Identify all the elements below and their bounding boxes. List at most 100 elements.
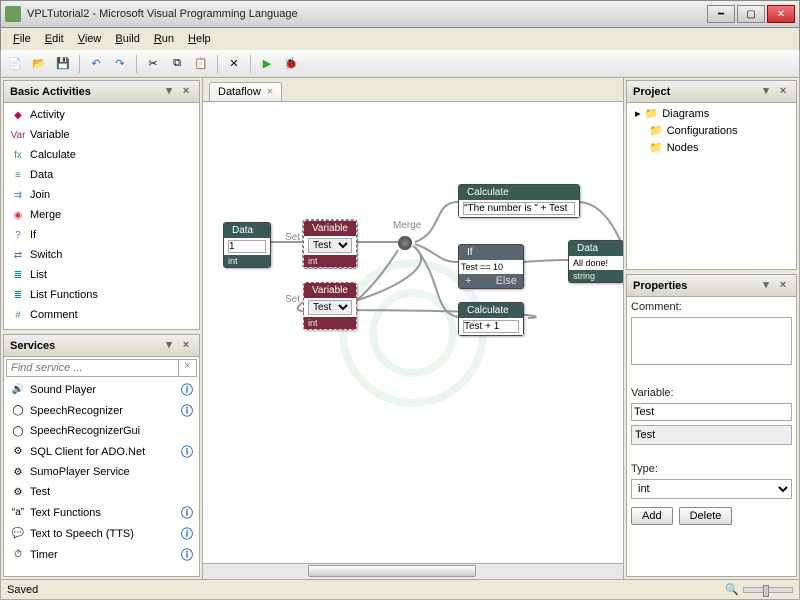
- menu-run[interactable]: Run: [148, 31, 180, 47]
- delete-icon[interactable]: ✕: [224, 54, 244, 74]
- type-select[interactable]: int: [631, 479, 792, 499]
- activity-label: Comment: [30, 309, 78, 321]
- activity-label: Merge: [30, 209, 61, 221]
- save-icon[interactable]: 💾: [53, 54, 73, 74]
- node-variable-2[interactable]: Variable Test int: [303, 282, 357, 330]
- info-icon[interactable]: ⓘ: [181, 504, 193, 521]
- service-item[interactable]: ◯SpeechRecognizerGui: [6, 421, 197, 441]
- node-if[interactable]: If Test == 10 +Else: [458, 244, 524, 289]
- service-item[interactable]: ⚙SQL Client for ADO.Netⓘ: [6, 441, 197, 462]
- delete-button[interactable]: Delete: [679, 507, 733, 525]
- folder-icon: 📁: [649, 124, 663, 137]
- data-value[interactable]: All done!: [569, 256, 623, 270]
- panel-close-icon[interactable]: ×: [776, 279, 790, 293]
- activity-item[interactable]: ◆Activity: [6, 105, 197, 125]
- activity-item[interactable]: ≡Data: [6, 165, 197, 185]
- activity-item[interactable]: ≣List Functions: [6, 285, 197, 305]
- activity-item[interactable]: ≣List: [6, 265, 197, 285]
- comment-textarea[interactable]: [631, 317, 792, 365]
- maximize-button[interactable]: ▢: [737, 5, 765, 23]
- calc-expr-input[interactable]: [463, 202, 575, 215]
- variable-input[interactable]: [631, 403, 792, 421]
- new-icon[interactable]: 📄: [5, 54, 25, 74]
- info-icon[interactable]: ⓘ: [181, 546, 193, 563]
- panel-close-icon[interactable]: ×: [179, 85, 193, 99]
- search-input[interactable]: [6, 359, 179, 377]
- info-icon[interactable]: ⓘ: [181, 381, 193, 398]
- activity-item[interactable]: ?If: [6, 225, 197, 245]
- pin-icon[interactable]: ▾: [759, 279, 773, 293]
- menu-help[interactable]: Help: [182, 31, 217, 47]
- activity-icon: ⇄: [10, 247, 26, 263]
- activity-item[interactable]: ⇉Join: [6, 185, 197, 205]
- project-item[interactable]: 📁 Nodes: [629, 139, 794, 156]
- variable-select[interactable]: Test: [308, 300, 352, 315]
- pin-icon[interactable]: ▾: [162, 339, 176, 353]
- info-icon[interactable]: ⓘ: [181, 525, 193, 542]
- menu-edit[interactable]: Edit: [39, 31, 70, 47]
- zoom-slider[interactable]: [743, 587, 793, 593]
- activity-item[interactable]: fxCalculate: [6, 145, 197, 165]
- if-add-icon[interactable]: +: [465, 275, 471, 287]
- project-label: Nodes: [667, 142, 699, 154]
- undo-icon[interactable]: ↶: [86, 54, 106, 74]
- menu-build[interactable]: Build: [109, 31, 145, 47]
- activity-icon: ≣: [10, 287, 26, 303]
- activity-item[interactable]: ⇄Switch: [6, 245, 197, 265]
- close-button[interactable]: ✕: [767, 5, 795, 23]
- diagram-canvas[interactable]: Data int Set Variable Test int Set Varia…: [203, 102, 623, 563]
- variable-select[interactable]: Test: [308, 238, 352, 253]
- service-item[interactable]: ⚙Test: [6, 482, 197, 502]
- service-item[interactable]: 💬Text to Speech (TTS)ⓘ: [6, 523, 197, 544]
- toolbar: 📄 📂 💾 ↶ ↷ ✂ ⧉ 📋 ✕ ▶ 🐞: [0, 50, 800, 78]
- run-icon[interactable]: ▶: [257, 54, 277, 74]
- horizontal-scrollbar[interactable]: [203, 563, 623, 579]
- activity-item[interactable]: #Comment: [6, 305, 197, 325]
- copy-icon[interactable]: ⧉: [167, 54, 187, 74]
- panel-close-icon[interactable]: ×: [179, 339, 193, 353]
- info-icon[interactable]: ⓘ: [181, 402, 193, 419]
- activity-item[interactable]: VarVariable: [6, 125, 197, 145]
- node-calculate-1[interactable]: Calculate: [458, 184, 580, 218]
- clear-search-icon[interactable]: ×: [179, 359, 197, 377]
- info-icon[interactable]: ⓘ: [181, 443, 193, 460]
- merge-node[interactable]: [398, 236, 412, 250]
- node-data-1[interactable]: Data int: [223, 222, 271, 268]
- node-calculate-2[interactable]: Calculate: [458, 302, 524, 336]
- data-value-input[interactable]: [228, 240, 266, 253]
- calc-expr-input[interactable]: [463, 320, 519, 333]
- service-item[interactable]: “a”Text Functionsⓘ: [6, 502, 197, 523]
- panel-close-icon[interactable]: ×: [776, 85, 790, 99]
- project-item[interactable]: ▸ 📁 Diagrams: [629, 105, 794, 122]
- tab-close-icon[interactable]: ×: [267, 86, 273, 98]
- add-button[interactable]: Add: [631, 507, 673, 525]
- if-condition[interactable]: Test == 10: [459, 260, 523, 274]
- zoom-icon[interactable]: 🔍: [725, 583, 739, 596]
- node-variable-1[interactable]: Variable Test int: [303, 220, 357, 268]
- debug-icon[interactable]: 🐞: [281, 54, 301, 74]
- minimize-button[interactable]: ━: [707, 5, 735, 23]
- statusbar: Saved 🔍: [0, 580, 800, 600]
- paste-icon[interactable]: 📋: [191, 54, 211, 74]
- service-item[interactable]: ⚙SumoPlayer Service: [6, 462, 197, 482]
- activity-item[interactable]: ◉Merge: [6, 205, 197, 225]
- service-item[interactable]: ⏱Timerⓘ: [6, 544, 197, 565]
- pin-icon[interactable]: ▾: [162, 85, 176, 99]
- service-item[interactable]: ◯SpeechRecognizerⓘ: [6, 400, 197, 421]
- service-item[interactable]: 🔊Sound Playerⓘ: [6, 379, 197, 400]
- pin-icon[interactable]: ▾: [759, 85, 773, 99]
- node-data-2[interactable]: Data All done! string: [568, 240, 623, 283]
- cut-icon[interactable]: ✂: [143, 54, 163, 74]
- menu-file[interactable]: File: [7, 31, 37, 47]
- folder-icon: 📁: [649, 141, 663, 154]
- service-icon: ⚙: [10, 464, 26, 480]
- merge-label: Merge: [393, 220, 421, 231]
- variable-row[interactable]: Test: [631, 425, 792, 445]
- project-item[interactable]: 📁 Configurations: [629, 122, 794, 139]
- redo-icon[interactable]: ↷: [110, 54, 130, 74]
- open-icon[interactable]: 📂: [29, 54, 49, 74]
- tab-dataflow[interactable]: Dataflow ×: [209, 82, 282, 101]
- basic-activities-header: Basic Activities ▾ ×: [4, 81, 199, 103]
- service-icon: ⚙: [10, 484, 26, 500]
- menu-view[interactable]: View: [72, 31, 108, 47]
